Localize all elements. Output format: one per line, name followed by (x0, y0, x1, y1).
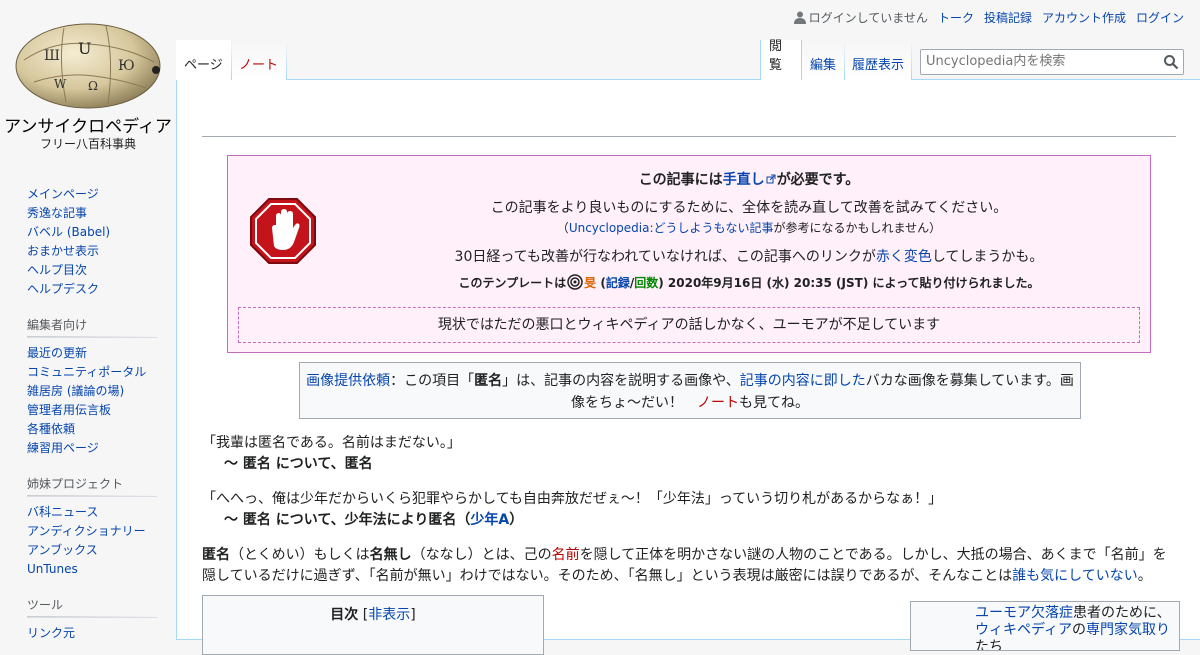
contributions-link[interactable]: 投稿記録 (984, 9, 1032, 26)
svg-text:Ω: Ω (88, 79, 98, 93)
pseudo-expert-link[interactable]: 専門家気取り (1086, 622, 1170, 638)
sidebar-item-help-desk[interactable]: ヘルプデスク (27, 280, 157, 299)
sidebar-item-what-links-here[interactable]: リンク元 (27, 624, 157, 643)
editors-portal: 編集者向け 最近の更新 コミュニティポータル 雑居房 (議論の場) 管理者用伝言… (27, 316, 157, 458)
search-input[interactable] (921, 51, 1161, 72)
title-divider (202, 136, 1176, 137)
tools-portal: ツール リンク元 (27, 596, 157, 643)
talk-page-link[interactable]: ノート (697, 395, 739, 411)
intro-paragraph: 匿名（とくめい）もしくは名無し（ななし）とは、己の名前を隠して正体を明かさない謎… (202, 547, 1167, 584)
sidebar-item-village-pump[interactable]: 雑居房 (議論の場) (27, 382, 157, 401)
login-link[interactable]: ログイン (1136, 9, 1184, 26)
tab-history[interactable]: 履歴表示 (844, 40, 912, 80)
quote-1-attribution: 〜 匿名 について、匿名 (224, 456, 373, 472)
svg-text:Ш: Ш (44, 48, 60, 64)
create-account-link[interactable]: アカウント作成 (1042, 9, 1126, 26)
search-box (920, 49, 1184, 75)
user-icon (793, 11, 806, 24)
humor-deficiency-link[interactable]: ユーモア欠落症 (975, 605, 1073, 621)
sister-projects-portal: 姉妹プロジェクト バ科ニュース アンディクショナリー アンブックス UnTune… (27, 475, 157, 579)
tab-note[interactable]: ノート (231, 40, 287, 80)
anon-status: ログインしていません (793, 9, 928, 26)
editors-heading: 編集者向け (27, 316, 157, 338)
quote-1: 「我輩は匿名である。名前はまだない。」 〜 匿名 について、匿名 (202, 433, 461, 475)
shonen-a-link[interactable]: 少年A (470, 512, 509, 528)
main-content: この記事には手直し が必要です。 この記事をより良いものにするために、全体を読み直… (176, 79, 1200, 655)
sidebar-item-main-page[interactable]: メインページ (27, 185, 157, 204)
red-link-link[interactable]: 赤く変色 (876, 249, 932, 265)
search-icon[interactable] (1163, 54, 1179, 70)
sidebar-item-untunes[interactable]: UnTunes (27, 560, 157, 579)
cleanup-reason: 現状ではただの悪口とウィキペディアの話しかなく、ユーモアが不足しています (238, 307, 1140, 343)
sidebar-item-unbooks[interactable]: アンブックス (27, 541, 157, 560)
talk-link[interactable]: トーク (938, 9, 974, 26)
sidebar-item-recent-changes[interactable]: 最近の更新 (27, 344, 157, 363)
user-count-link[interactable]: 回数 (634, 276, 658, 290)
cleanup-notice: この記事には手直し が必要です。 この記事をより良いものにするために、全体を読み直… (227, 155, 1151, 353)
tab-read[interactable]: 閲覧 (760, 39, 802, 80)
quote-1-text: 「我輩は匿名である。名前はまだない。」 (202, 435, 461, 451)
cleanup-line-3: （Uncyclopedia:どうしようもない記事が参考になるかもしれません） (556, 221, 942, 235)
user-link[interactable]: 旻 (584, 276, 596, 290)
target-user-icon (567, 274, 583, 290)
worst-articles-link[interactable]: Uncyclopedia:どうしようもない記事 (569, 221, 774, 235)
sidebar-item-sandbox[interactable]: 練習用ページ (27, 439, 157, 458)
quote-2: 「へへっ、俺は少年だからいくら犯罪やらかしても自由奔放だぜぇ〜！「少年法」ってい… (202, 489, 942, 531)
sister-projects-heading: 姉妹プロジェクト (27, 475, 157, 497)
table-of-contents: 目次 [非表示] (202, 595, 544, 655)
sidebar-item-babel[interactable]: バベル (Babel) (27, 223, 157, 242)
puzzle-globe-logo-icon: Ш U Ю W Ω (15, 23, 161, 109)
sidebar-item-undictionary[interactable]: アンディクショナリー (27, 522, 157, 541)
sidebar-item-admin-noticeboard[interactable]: 管理者用伝言板 (27, 401, 157, 420)
tab-page[interactable]: ページ (176, 40, 231, 80)
site-logo[interactable]: Ш U Ю W Ω アンサイクロペディア フリー八百科事典 (0, 0, 176, 160)
toc-title: 目次 (330, 607, 359, 623)
site-tagline: フリー八百科事典 (39, 137, 136, 151)
svg-text:W: W (54, 77, 67, 91)
personal-tools: ログインしていません トーク 投稿記録 アカウント作成 ログイン (793, 9, 1184, 26)
quote-2-attribution: 〜 匿名 について、少年法により匿名（少年A） (224, 512, 524, 528)
cleanup-line-4: 30日経っても改善が行なわれていなければ、この記事へのリンクが赤く変色してしまう… (454, 249, 1044, 265)
svg-text:Ю: Ю (118, 58, 135, 74)
toc-toggle[interactable]: 非表示 (368, 607, 410, 623)
relevant-content-link[interactable]: 記事の内容に即した (740, 373, 866, 389)
sidebar: メインページ 秀逸な記事 バベル (Babel) おまかせ表示 ヘルプ目次 ヘル… (0, 170, 176, 643)
tools-heading: ツール (27, 596, 157, 618)
cleanup-title: この記事には手直し が必要です。 (638, 172, 860, 188)
user-log-link[interactable]: 記録 (606, 276, 630, 290)
sidebar-item-community-portal[interactable]: コミュニティポータル (27, 363, 157, 382)
external-link-icon (766, 174, 776, 184)
sidebar-item-news[interactable]: バ科ニュース (27, 503, 157, 522)
site-name: アンサイクロペディア (4, 117, 172, 137)
image-request-link[interactable]: 画像提供依頼 (306, 373, 390, 389)
sidebar-item-help-contents[interactable]: ヘルプ目次 (27, 261, 157, 280)
sidebar-item-requests[interactable]: 各種依頼 (27, 420, 157, 439)
cleanup-link[interactable]: 手直し (723, 172, 765, 188)
svg-text:U: U (78, 39, 91, 58)
sidebar-item-random[interactable]: おまかせ表示 (27, 242, 157, 261)
stop-hand-icon (250, 198, 316, 264)
image-request-notice: 画像提供依頼：この項目「匿名」は、記事の内容を説明する画像や、記事の内容に即した… (299, 362, 1081, 419)
cleanup-line-2: この記事をより良いものにするために、全体を読み直して改善を試みてください。 (490, 200, 1008, 216)
humor-deficiency-box: ユーモア欠落症患者のために、ウィキペディアの専門家気取りたち (910, 601, 1180, 651)
quote-2-text: 「へへっ、俺は少年だからいくら犯罪やらかしても自由奔放だぜぇ〜！「少年法」ってい… (202, 491, 943, 507)
name-link[interactable]: 名前 (552, 547, 580, 563)
sidebar-item-featured[interactable]: 秀逸な記事 (27, 204, 157, 223)
anon-label: ログインしていません (808, 11, 928, 25)
tab-edit[interactable]: 編集 (802, 40, 844, 80)
nobody-cares-link[interactable]: 誰も気にしていない (1012, 568, 1138, 584)
cleanup-line-5: このテンプレートは旻 (記録/回数) 2020年9月16日 (水) 20:35 … (458, 274, 1040, 290)
navigation-portal: メインページ 秀逸な記事 バベル (Babel) おまかせ表示 ヘルプ目次 ヘル… (27, 185, 157, 299)
wikipedia-link[interactable]: ウィキペディア (975, 622, 1072, 638)
